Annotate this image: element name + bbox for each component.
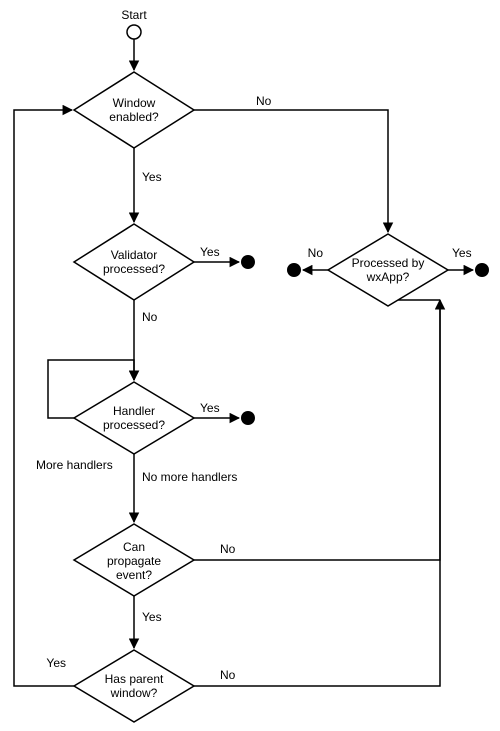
label-parent-no: No [220, 668, 236, 682]
decision-validator-l1: Validator [111, 248, 157, 262]
start-node [127, 25, 141, 39]
flowchart-diagram: Start Window enabled? No Yes Validator p… [0, 0, 500, 731]
decision-propagate-l1: Can [123, 540, 145, 554]
label-propagate-yes: Yes [142, 610, 162, 624]
label-window-yes: Yes [142, 170, 162, 184]
edge-parent-no [194, 300, 440, 686]
decision-window-enabled-l1: Window [113, 96, 156, 110]
decision-propagate-l2: propagate [107, 554, 161, 568]
start-label: Start [121, 8, 147, 22]
terminal-wxapp-yes [475, 263, 489, 277]
label-wxapp-yes: Yes [452, 246, 472, 260]
decision-propagate-l3: event? [116, 568, 152, 582]
terminal-validator [241, 255, 255, 269]
decision-window-enabled-l2: enabled? [109, 110, 159, 124]
decision-handler-l1: Handler [113, 404, 155, 418]
decision-validator-l2: processed? [103, 262, 165, 276]
label-validator-yes: Yes [200, 245, 220, 259]
label-wxapp-no: No [308, 246, 324, 260]
edge-parent-yes-loop [14, 110, 74, 686]
decision-parent-l1: Has parent [105, 672, 164, 686]
label-propagate-no: No [220, 542, 236, 556]
label-no-more-handlers: No more handlers [142, 470, 237, 484]
label-handler-yes: Yes [200, 401, 220, 415]
label-more-handlers: More handlers [36, 458, 113, 472]
decision-wxapp-l2: wxApp? [366, 270, 410, 284]
terminal-handler [241, 411, 255, 425]
terminal-wxapp-no [287, 263, 301, 277]
edge-window-no [194, 110, 388, 232]
decision-parent-l2: window? [110, 686, 158, 700]
label-parent-yes: Yes [46, 656, 66, 670]
edge-propagate-no [194, 302, 440, 560]
label-window-no: No [256, 94, 272, 108]
decision-handler-l2: processed? [103, 418, 165, 432]
decision-wxapp-l1: Processed by [352, 256, 425, 270]
label-validator-no: No [142, 310, 158, 324]
